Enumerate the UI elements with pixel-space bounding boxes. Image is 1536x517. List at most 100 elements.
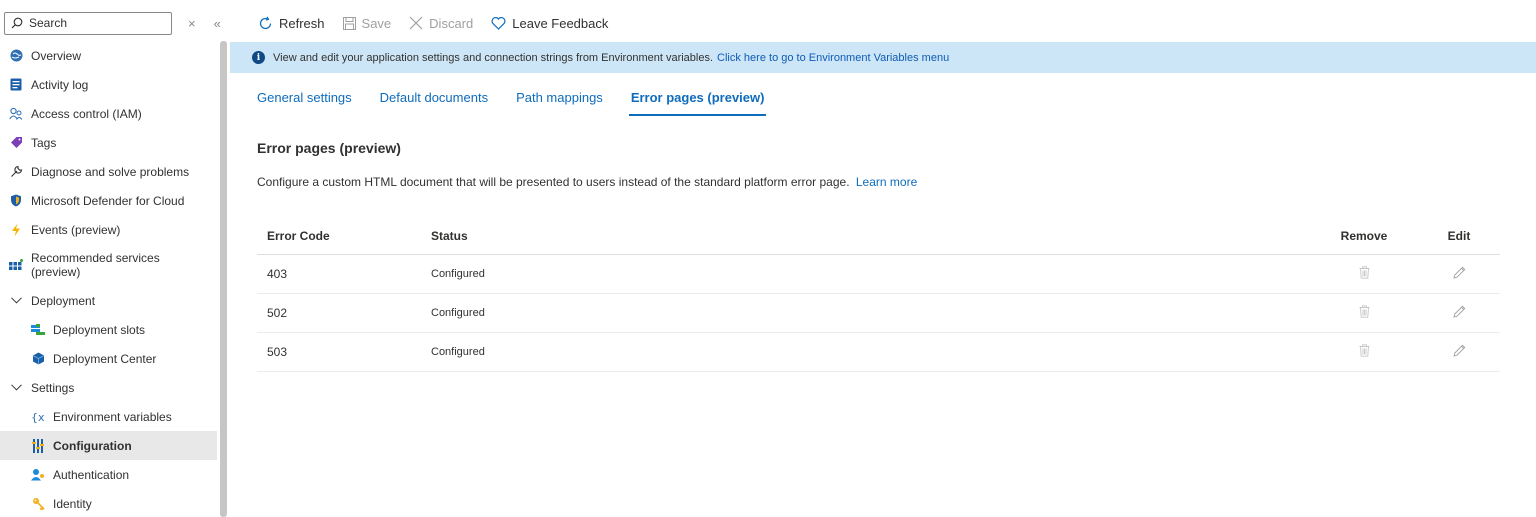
- sidebar-item-label: Microsoft Defender for Cloud: [31, 193, 185, 208]
- discard-icon: [409, 16, 423, 30]
- column-header-remove: Remove: [1340, 229, 1388, 243]
- sidebar-item-configuration[interactable]: Configuration: [0, 431, 217, 460]
- sidebar-item-events[interactable]: Events (preview): [0, 215, 217, 244]
- section-description: Configure a custom HTML document that wi…: [257, 175, 917, 189]
- sidebar-item-label: Overview: [31, 48, 82, 63]
- sidebar: Search × « Overview Activity log Access …: [0, 0, 230, 517]
- shield-icon: [9, 194, 23, 208]
- sidebar-item-overview[interactable]: Overview: [0, 41, 217, 70]
- variable-icon: {x}: [31, 410, 45, 424]
- sidebar-item-label: Deployment Center: [53, 351, 157, 366]
- main-content: Refresh Save Discard Leave Feedback i Vi…: [230, 0, 1536, 517]
- user-key-icon: [31, 468, 45, 482]
- error-code-cell: 503: [267, 345, 288, 359]
- sidebar-item-deployment-slots[interactable]: Deployment slots: [0, 315, 217, 344]
- settings-tabs: General settings Default documents Path …: [257, 90, 792, 118]
- sidebar-item-label: Identity: [53, 496, 92, 511]
- status-cell: Configured: [431, 346, 485, 358]
- clear-search-icon[interactable]: ×: [188, 16, 196, 31]
- search-placeholder: Search: [29, 16, 68, 30]
- sidebar-item-label: Environment variables: [53, 409, 172, 424]
- search-icon: [11, 17, 23, 29]
- sidebar-item-label: Access control (IAM): [31, 106, 142, 121]
- discard-button[interactable]: Discard: [409, 16, 473, 31]
- command-bar: Refresh Save Discard Leave Feedback: [258, 12, 626, 34]
- pencil-icon[interactable]: [1452, 266, 1466, 279]
- sidebar-item-activity-log[interactable]: Activity log: [0, 70, 217, 99]
- sidebar-item-authentication[interactable]: Authentication: [0, 460, 217, 489]
- environment-variables-link[interactable]: Click here to go to Environment Variable…: [717, 52, 949, 64]
- sidebar-scrollbar[interactable]: [220, 41, 227, 517]
- sidebar-item-identity[interactable]: Identity: [0, 489, 217, 517]
- error-code-cell: 502: [267, 306, 288, 320]
- grid-icon: [9, 258, 23, 272]
- sidebar-item-recommended-services[interactable]: Recommended services (preview): [0, 244, 217, 286]
- column-header-status: Status: [431, 229, 468, 243]
- sidebar-item-label: Diagnose and solve problems: [31, 164, 190, 179]
- save-button[interactable]: Save: [342, 15, 392, 31]
- tab-general-settings[interactable]: General settings: [257, 90, 352, 117]
- error-pages-table: Error Code Status Remove Edit 403 Config…: [257, 218, 1500, 372]
- tab-default-documents[interactable]: Default documents: [380, 90, 488, 117]
- sliders-icon: [31, 438, 45, 453]
- sidebar-item-label: Deployment slots: [53, 322, 146, 337]
- tab-error-pages[interactable]: Error pages (preview): [628, 90, 767, 117]
- save-label: Save: [361, 15, 392, 31]
- refresh-icon: [259, 15, 272, 29]
- sidebar-item-deployment-center[interactable]: Deployment Center: [0, 344, 217, 373]
- collapse-sidebar-icon[interactable]: «: [214, 16, 221, 31]
- column-header-error-code: Error Code: [267, 229, 330, 243]
- sidebar-item-access-control[interactable]: Access control (IAM): [0, 99, 217, 128]
- sidebar-item-label: Events (preview): [31, 222, 121, 237]
- column-header-edit: Edit: [1447, 229, 1471, 243]
- sidebar-item-label: Configuration: [53, 438, 132, 453]
- info-icon: i: [252, 51, 265, 64]
- trash-icon[interactable]: [1359, 266, 1370, 279]
- search-input[interactable]: Search: [4, 11, 172, 35]
- tab-path-mappings[interactable]: Path mappings: [516, 90, 603, 117]
- leave-feedback-label: Leave Feedback: [512, 15, 609, 31]
- sidebar-group-settings[interactable]: Settings: [0, 373, 217, 402]
- sidebar-item-defender[interactable]: Microsoft Defender for Cloud: [0, 186, 217, 215]
- sidebar-item-label: Tags: [31, 135, 57, 150]
- info-banner: i View and edit your application setting…: [230, 42, 1536, 73]
- lightning-icon: [9, 223, 23, 237]
- sidebar-item-tags[interactable]: Tags: [0, 128, 217, 157]
- sidebar-group-deployment[interactable]: Deployment: [0, 286, 217, 315]
- globe-icon: [9, 49, 23, 63]
- sidebar-item-label: Settings: [31, 380, 75, 395]
- activity-log-icon: [9, 78, 23, 92]
- sidebar-item-diagnose[interactable]: Diagnose and solve problems: [0, 157, 217, 186]
- sidebar-item-label: Deployment: [31, 293, 96, 308]
- svg-text:{x}: {x}: [31, 411, 45, 423]
- learn-more-link[interactable]: Learn more: [856, 175, 917, 189]
- key-icon: [31, 497, 45, 511]
- leave-feedback-button[interactable]: Leave Feedback: [491, 16, 608, 31]
- table-row: 503 Configured: [257, 333, 1500, 372]
- sidebar-item-label: Recommended services (preview): [31, 251, 160, 279]
- sidebar-item-environment-variables[interactable]: {x} Environment variables: [0, 402, 217, 431]
- discard-label: Discard: [429, 15, 474, 31]
- sidebar-item-label: Activity log: [31, 77, 89, 92]
- trash-icon[interactable]: [1359, 305, 1370, 318]
- table-row: 403 Configured: [257, 255, 1500, 294]
- people-icon: [9, 107, 23, 121]
- pencil-icon[interactable]: [1452, 344, 1466, 357]
- sidebar-nav: Overview Activity log Access control (IA…: [0, 41, 217, 517]
- cube-icon: [31, 352, 45, 366]
- section-description-text: Configure a custom HTML document that wi…: [257, 175, 850, 189]
- error-code-cell: 403: [267, 267, 288, 281]
- refresh-button[interactable]: Refresh: [258, 16, 325, 31]
- slots-icon: [31, 323, 45, 337]
- sidebar-search-row: Search × «: [4, 10, 230, 36]
- save-icon: [342, 16, 356, 30]
- status-cell: Configured: [431, 268, 485, 280]
- pencil-icon[interactable]: [1452, 305, 1466, 318]
- wrench-icon: [9, 165, 23, 179]
- tag-icon: [9, 136, 23, 150]
- info-banner-text: View and edit your application settings …: [273, 51, 714, 64]
- status-cell: Configured: [431, 307, 485, 319]
- trash-icon[interactable]: [1359, 344, 1370, 357]
- refresh-label: Refresh: [279, 15, 325, 31]
- chevron-down-icon: [9, 381, 23, 395]
